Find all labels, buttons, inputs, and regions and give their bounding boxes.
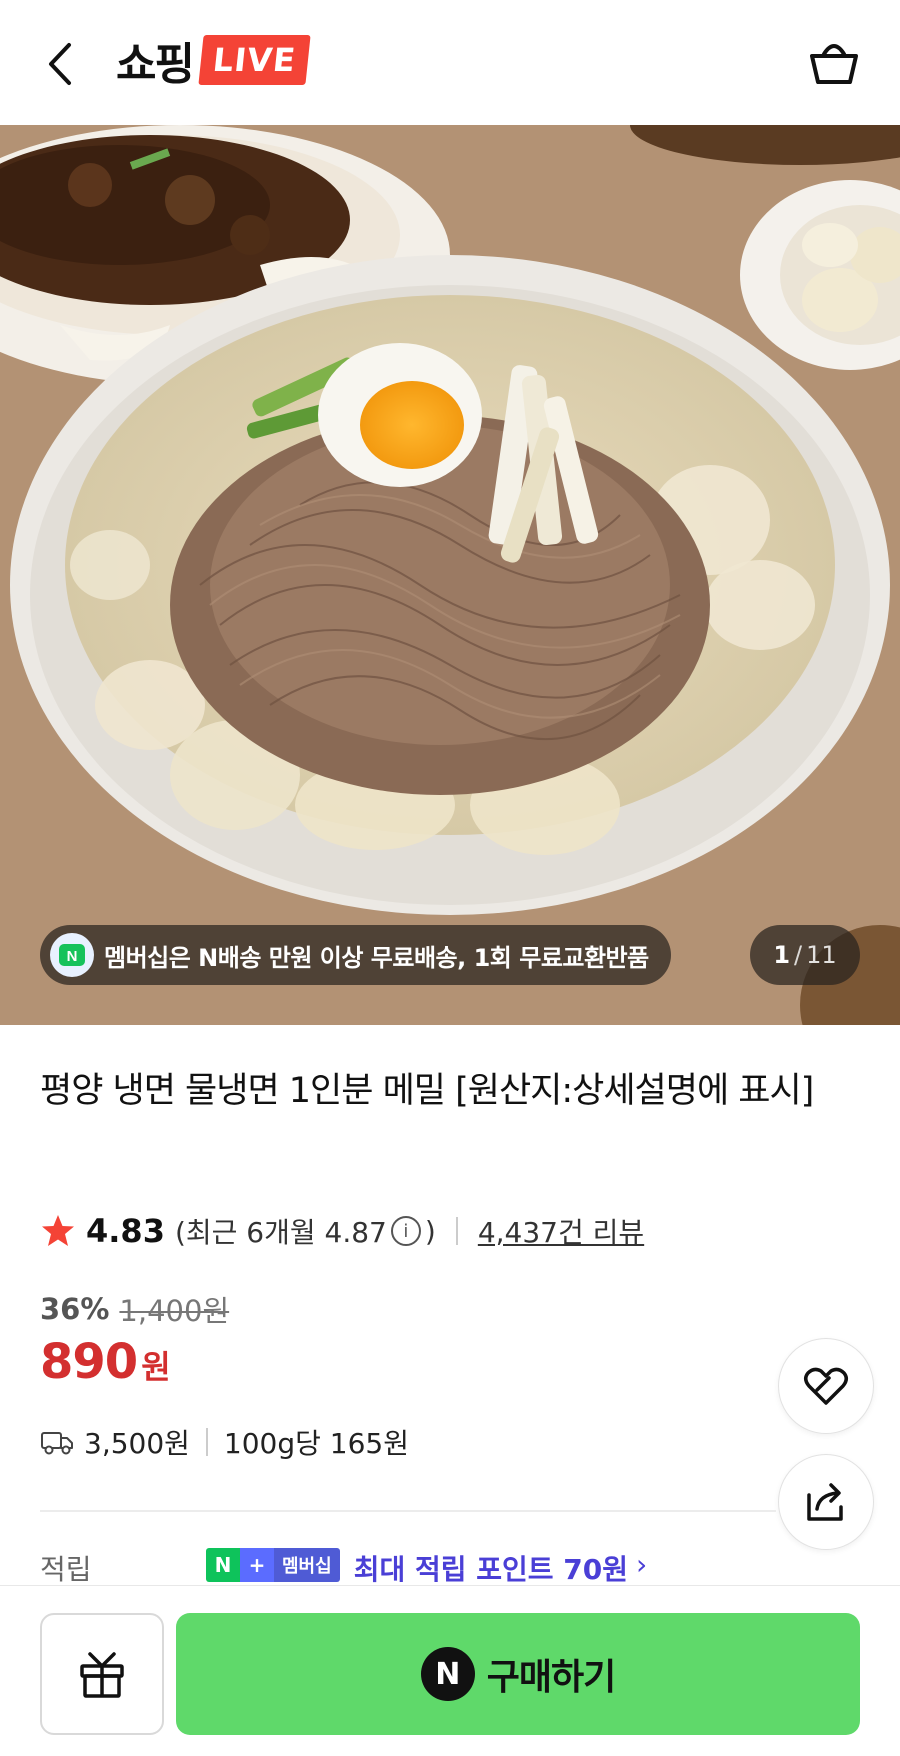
n-membership-badge: N + 멤버십 bbox=[206, 1548, 340, 1582]
star-icon bbox=[42, 1215, 74, 1246]
price-currency: 원 bbox=[141, 1348, 171, 1386]
cart-button[interactable] bbox=[806, 34, 862, 90]
image-page-counter: 1 / 11 bbox=[750, 925, 860, 985]
delivery-truck-icon bbox=[41, 1432, 73, 1455]
badge-plus: + bbox=[240, 1548, 274, 1582]
buy-label: 구매하기 bbox=[486, 1657, 616, 1698]
info-icon[interactable]: i bbox=[390, 1216, 421, 1246]
favorite-button[interactable] bbox=[778, 1338, 874, 1434]
share-icon bbox=[807, 1483, 843, 1521]
recent-rating-text: (최근 6개월 4.87 bbox=[174, 1216, 387, 1249]
recent-rating-close: ) bbox=[424, 1214, 436, 1248]
svg-text:N: N bbox=[67, 948, 78, 965]
shopping-bag-icon bbox=[810, 44, 858, 84]
chevron-left-icon bbox=[49, 43, 71, 85]
page-separator: / bbox=[794, 941, 803, 969]
discount-row: 36% 1,400원 bbox=[40, 1288, 229, 1330]
shipping-divider bbox=[205, 1428, 208, 1456]
membership-promo-banner[interactable]: N 멤버십은 N배송 만원 이상 무료배송, 1회 무료교환반품 bbox=[40, 925, 671, 985]
naver-membership-icon: N bbox=[50, 933, 94, 977]
shipping-row: 3,500원 100g당 165원 bbox=[40, 1422, 409, 1462]
bottom-action-bar: N 구매하기 bbox=[0, 1585, 900, 1756]
price-value: 890 bbox=[40, 1334, 138, 1390]
gift-button[interactable] bbox=[40, 1613, 164, 1735]
rating-row: 4.83 (최근 6개월 4.87 i ) 4,437건 리뷰 bbox=[40, 1210, 644, 1252]
shipping-fee: 3,500원 bbox=[84, 1427, 190, 1460]
badge-membership: 멤버십 bbox=[274, 1548, 340, 1582]
product-image-carousel[interactable]: N 멤버십은 N배송 만원 이상 무료배송, 1회 무료교환반품 1 / 11 bbox=[0, 125, 900, 1025]
rating-value: 4.83 bbox=[86, 1212, 165, 1250]
recent-rating: (최근 6개월 4.87 i ) bbox=[175, 1211, 436, 1251]
section-divider bbox=[40, 1510, 776, 1512]
sale-price: 890 원 bbox=[40, 1334, 171, 1390]
page-total: 11 bbox=[806, 941, 837, 969]
page-current: 1 bbox=[773, 941, 791, 969]
rating-divider bbox=[455, 1217, 458, 1245]
product-photo bbox=[0, 125, 900, 1025]
discount-rate: 36% bbox=[40, 1292, 110, 1326]
review-count-link[interactable]: 4,437건 리뷰 bbox=[478, 1211, 644, 1251]
chevron-right-icon: › bbox=[635, 1548, 648, 1581]
shopping-live-logo[interactable]: 쇼핑 LIVE bbox=[116, 28, 311, 92]
logo-text: 쇼핑 bbox=[116, 39, 195, 90]
app-header: 쇼핑 LIVE bbox=[0, 0, 900, 125]
unit-price: 100g당 165원 bbox=[223, 1427, 410, 1460]
back-button[interactable] bbox=[38, 36, 82, 92]
points-label: 적립 bbox=[40, 1553, 92, 1586]
heart-icon bbox=[804, 1367, 848, 1405]
gift-icon bbox=[80, 1652, 124, 1698]
live-badge: LIVE bbox=[198, 35, 311, 85]
points-row[interactable]: 적립 N + 멤버십 최대 적립 포인트 70원 › bbox=[40, 1548, 860, 1586]
badge-n: N bbox=[206, 1548, 240, 1582]
promo-text: 멤버십은 N배송 만원 이상 무료배송, 1회 무료교환반품 bbox=[104, 943, 649, 972]
buy-button[interactable]: N 구매하기 bbox=[176, 1613, 860, 1735]
product-title: 평양 냉면 물냉면 1인분 메밀 [원산지:상세설명에 표시] bbox=[40, 1071, 814, 1111]
naver-pay-icon: N bbox=[420, 1647, 475, 1701]
original-price: 1,400원 bbox=[119, 1294, 230, 1328]
share-button[interactable] bbox=[778, 1454, 874, 1550]
max-points-text: 최대 적립 포인트 70원 bbox=[353, 1553, 628, 1586]
